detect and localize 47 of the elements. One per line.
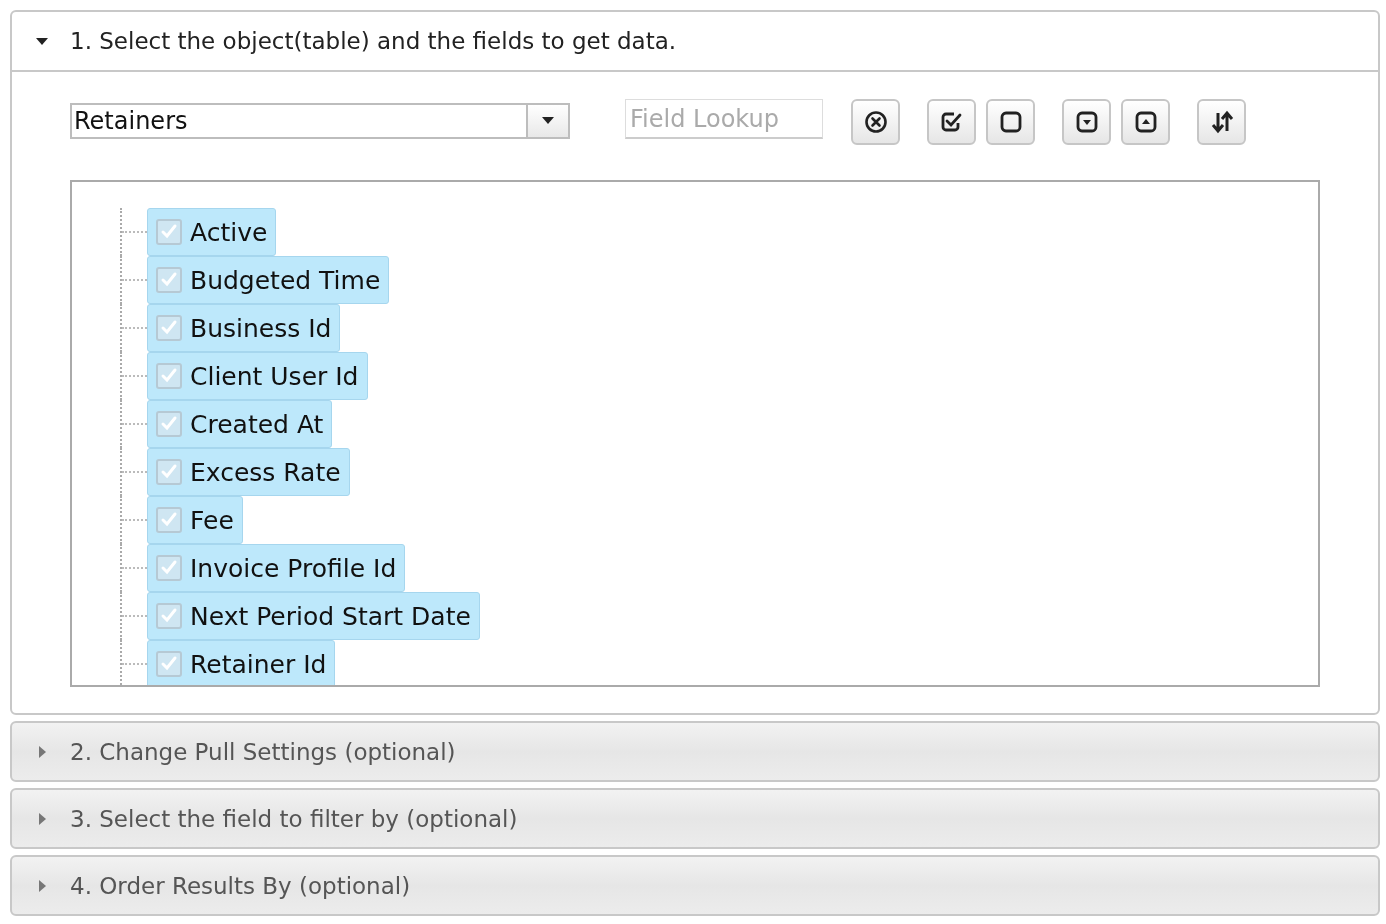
checkbox-checked-icon xyxy=(939,110,964,134)
section-header[interactable]: 2. Change Pull Settings (optional) xyxy=(12,723,1378,780)
section-title: 2. Change Pull Settings (optional) xyxy=(70,738,456,765)
checkbox[interactable] xyxy=(156,219,182,245)
expand-button[interactable] xyxy=(1121,99,1170,145)
caret-right-icon xyxy=(36,812,48,825)
uncheck-all-button[interactable] xyxy=(986,99,1035,145)
object-select[interactable]: Retainers xyxy=(70,103,570,139)
caret-right-icon xyxy=(36,745,48,758)
clear-button[interactable] xyxy=(851,99,900,145)
checkbox[interactable] xyxy=(156,651,182,677)
check-all-button[interactable] xyxy=(927,99,976,145)
checkbox-empty-icon xyxy=(998,110,1023,134)
section-title: 4. Order Results By (optional) xyxy=(70,872,411,899)
field-item[interactable]: Invoice Profile Id xyxy=(147,544,406,592)
field-lookup-input[interactable]: Field Lookup xyxy=(625,99,823,139)
checkbox[interactable] xyxy=(156,267,182,293)
field-item[interactable]: Client User Id xyxy=(147,352,368,400)
field-item[interactable]: Budgeted Time xyxy=(147,256,390,304)
field-item[interactable]: Active xyxy=(147,208,277,256)
clear-icon xyxy=(863,110,888,134)
square-caret-up-icon xyxy=(1133,110,1158,134)
checkbox[interactable] xyxy=(156,363,182,389)
caret-right-icon xyxy=(36,879,48,892)
checkbox[interactable] xyxy=(156,603,182,629)
field-item[interactable]: Fee xyxy=(147,496,243,544)
section-header[interactable]: 1. Select the object(table) and the fields to get data. xyxy=(12,12,1378,72)
checkbox[interactable] xyxy=(156,507,182,533)
field-item[interactable]: Retainer Id xyxy=(147,640,336,685)
section-header[interactable]: 3. Select the field to filter by (optional) xyxy=(12,790,1378,847)
checkbox[interactable] xyxy=(156,315,182,341)
sort-icon xyxy=(1209,110,1234,134)
field-item[interactable]: Business Id xyxy=(147,304,341,352)
caret-down-icon xyxy=(36,35,48,47)
collapse-button[interactable] xyxy=(1062,99,1111,145)
checkbox[interactable] xyxy=(156,555,182,581)
section-title: 3. Select the field to filter by (optional) xyxy=(70,805,518,832)
field-item[interactable]: Created At xyxy=(147,400,333,448)
sort-button[interactable] xyxy=(1197,99,1246,145)
field-item[interactable]: Excess Rate xyxy=(147,448,350,496)
section-header[interactable]: 4. Order Results By (optional) xyxy=(12,857,1378,914)
checkbox[interactable] xyxy=(156,411,182,437)
field-item[interactable]: Next Period Start Date xyxy=(147,592,480,640)
checkbox[interactable] xyxy=(156,459,182,485)
dropdown-caret-icon xyxy=(542,117,554,125)
section-title: 1. Select the object(table) and the fields to get data. xyxy=(70,28,677,54)
square-caret-down-icon xyxy=(1074,110,1099,134)
